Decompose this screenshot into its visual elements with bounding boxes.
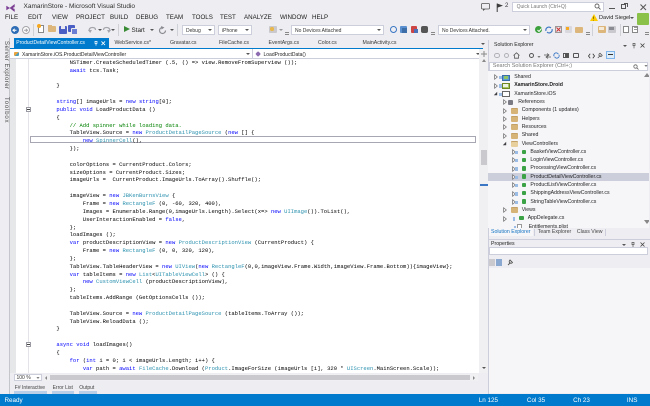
svg-text:!: ! <box>593 16 594 21</box>
